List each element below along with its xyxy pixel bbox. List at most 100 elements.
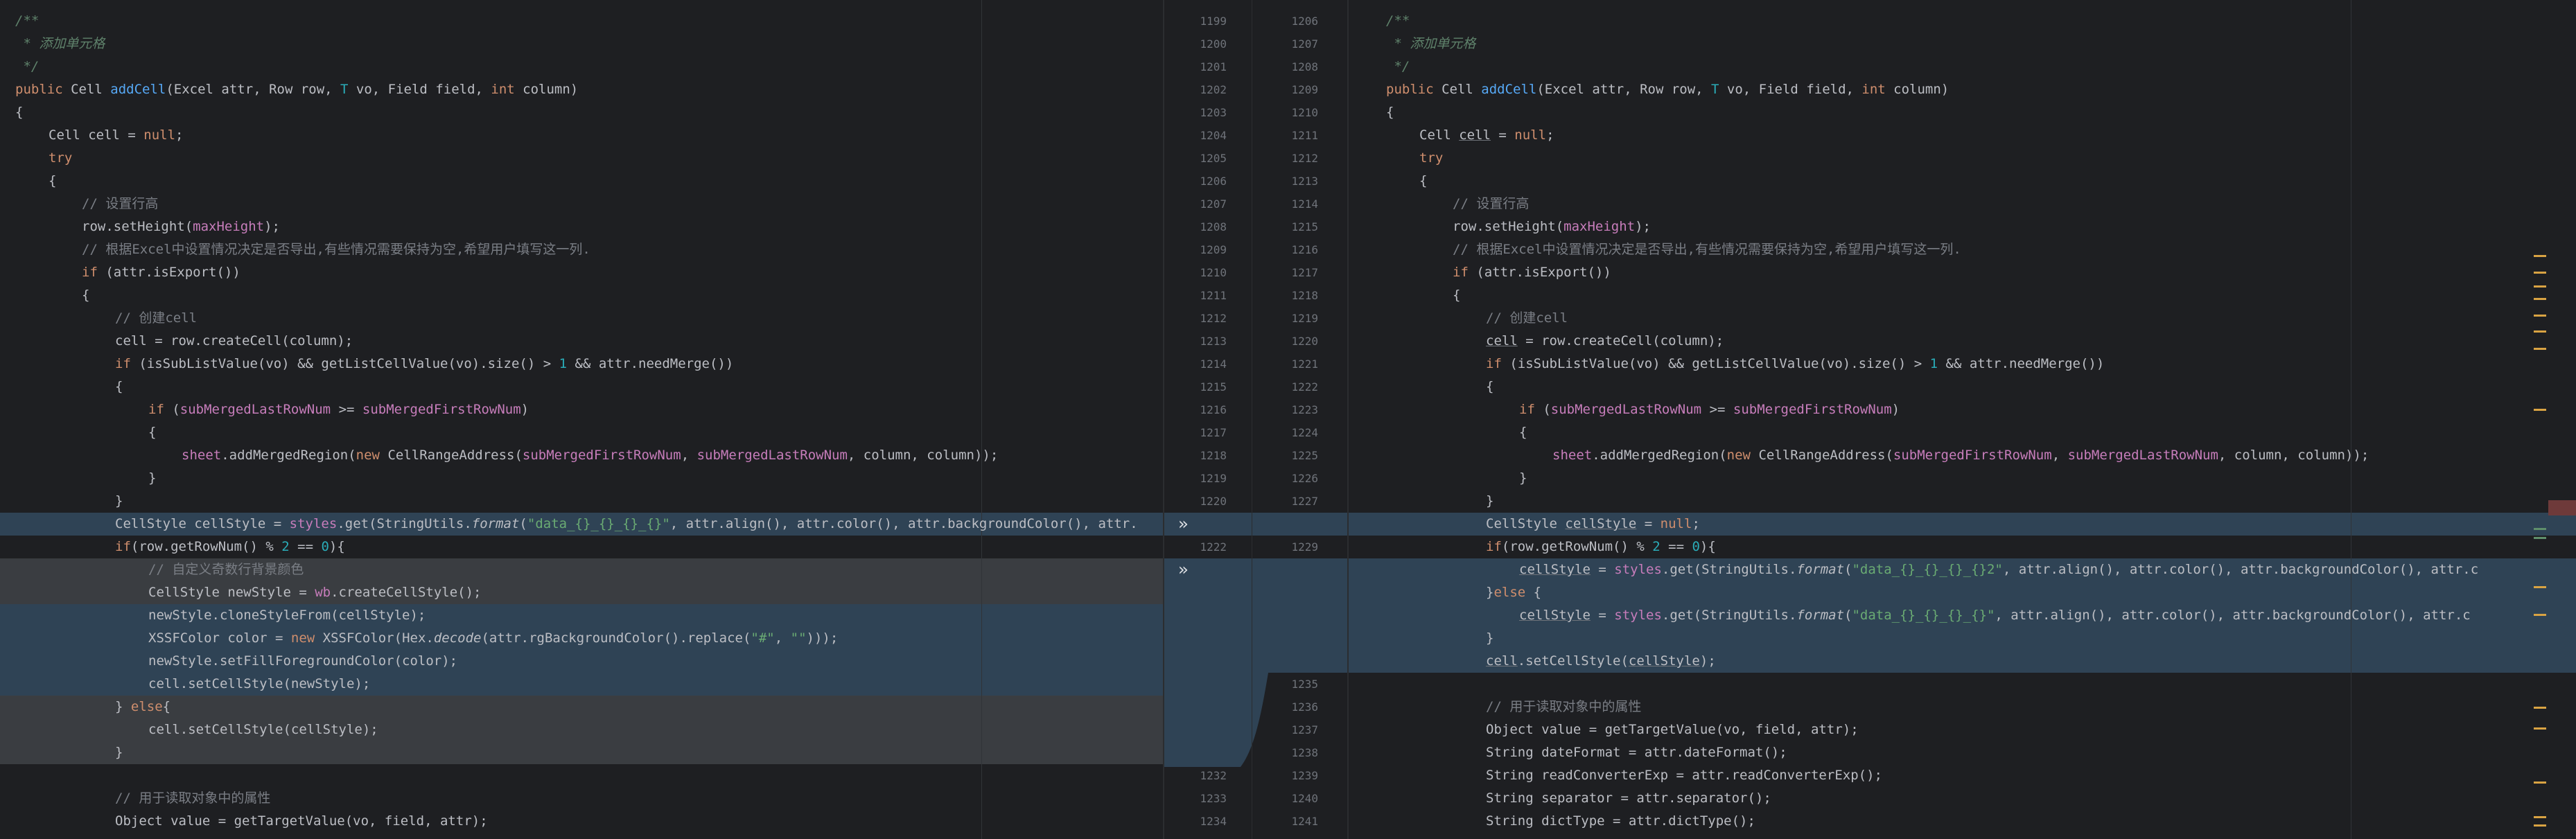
code-line[interactable]: if (attr.isExport()) bbox=[82, 261, 240, 284]
code-line[interactable]: CellStyle cellStyle = styles.get(StringU… bbox=[115, 513, 1138, 536]
code-line[interactable]: public Cell addCell(Excel attr, Row row,… bbox=[1386, 78, 1949, 101]
code-token: cellStyle bbox=[1628, 653, 1700, 669]
code-line[interactable]: { bbox=[1419, 170, 1427, 193]
code-token: public bbox=[1386, 82, 1434, 97]
code-line[interactable]: Object value = getTargetValue(vo, field,… bbox=[1486, 718, 1859, 741]
code-line[interactable]: } else{ bbox=[115, 696, 170, 718]
code-line[interactable]: cell = row.createCell(column); bbox=[115, 330, 353, 353]
code-line[interactable]: // 根据Excel中设置情况决定是否导出,有些情况需要保持为空,希望用户填写这… bbox=[1453, 238, 1961, 261]
code-line[interactable]: // 自定义奇数行背景颜色 bbox=[148, 558, 304, 581]
code-line[interactable]: Object value = getTargetValue(vo, field,… bbox=[115, 810, 488, 833]
code-line[interactable]: // 创建cell bbox=[115, 307, 197, 330]
code-line[interactable]: */ bbox=[15, 55, 39, 78]
code-line[interactable]: cellStyle = styles.get(StringUtils.forma… bbox=[1519, 604, 2471, 627]
code-line[interactable]: String readConverterExp = attr.readConve… bbox=[1486, 764, 1882, 787]
code-token: subMergedLastRowNum bbox=[696, 448, 848, 463]
line-number: 1226 bbox=[1291, 472, 1318, 485]
code-line[interactable]: cell = row.createCell(column); bbox=[1486, 330, 1724, 353]
code-line[interactable]: { bbox=[49, 170, 56, 193]
code-line[interactable]: if (attr.isExport()) bbox=[1453, 261, 1611, 284]
code-line[interactable]: newStyle.setFillForegroundColor(color); bbox=[148, 650, 457, 673]
code-line[interactable]: CellStyle cellStyle = null; bbox=[1486, 513, 1700, 536]
line-number: 1227 bbox=[1291, 495, 1318, 508]
code-line[interactable]: /** bbox=[15, 10, 39, 33]
code-token: , column, column)); bbox=[847, 448, 999, 463]
line-number: 1217 bbox=[1200, 426, 1227, 439]
code-line[interactable]: // 用于读取对象中的属性 bbox=[1486, 696, 1641, 718]
code-line[interactable]: } bbox=[115, 490, 123, 513]
code-line[interactable]: if (isSubListValue(vo) && getListCellVal… bbox=[1486, 353, 2104, 376]
apply-change-arrow-icon[interactable]: » bbox=[1178, 513, 1188, 536]
code-line[interactable]: { bbox=[115, 376, 123, 398]
code-token: XSSFColor color = bbox=[148, 630, 291, 646]
code-line[interactable]: { bbox=[82, 284, 89, 307]
apply-change-arrow-icon[interactable]: » bbox=[1178, 558, 1188, 581]
code-line[interactable]: public Cell addCell(Excel attr, Row row,… bbox=[15, 78, 578, 101]
code-line[interactable]: cellStyle = styles.get(StringUtils.forma… bbox=[1519, 558, 2478, 581]
code-line[interactable]: CellStyle newStyle = wb.createCellStyle(… bbox=[148, 581, 481, 604]
code-line[interactable]: sheet.addMergedRegion(new CellRangeAddre… bbox=[1552, 444, 2369, 467]
code-line[interactable]: */ bbox=[1386, 55, 1410, 78]
code-line[interactable]: try bbox=[1419, 147, 1443, 170]
code-line[interactable]: // 根据Excel中设置情况决定是否导出,有些情况需要保持为空,希望用户填写这… bbox=[82, 238, 590, 261]
code-line[interactable]: // 创建cell bbox=[1486, 307, 1568, 330]
code-line[interactable]: } bbox=[115, 741, 123, 764]
code-line[interactable]: { bbox=[1519, 421, 1527, 444]
code-line[interactable]: * 添加单元格 bbox=[15, 33, 105, 55]
code-token: (isSubListValue(vo) && getListCellValue(… bbox=[1501, 356, 1930, 371]
code-token: .addMergedRegion( bbox=[1592, 448, 1727, 463]
code-line[interactable]: if (isSubListValue(vo) && getListCellVal… bbox=[115, 353, 733, 376]
code-line[interactable]: { bbox=[1386, 101, 1394, 124]
code-line[interactable]: Cell cell = null; bbox=[1419, 124, 1554, 147]
code-line[interactable]: // 设置行高 bbox=[82, 193, 158, 215]
code-token: } bbox=[115, 699, 131, 714]
code-line[interactable]: if(row.getRowNum() % 2 == 0){ bbox=[1486, 536, 1716, 558]
line-number bbox=[1178, 696, 1227, 718]
code-line[interactable]: sheet.addMergedRegion(new CellRangeAddre… bbox=[182, 444, 998, 467]
right-editor-pane[interactable]: /** * 添加单元格 */ public Cell addCell(Excel … bbox=[1349, 0, 2576, 839]
code-token: int bbox=[1861, 82, 1886, 97]
code-line[interactable]: if (subMergedLastRowNum >= subMergedFirs… bbox=[1519, 398, 1900, 421]
code-line[interactable]: String dateFormat = attr.dateFormat(); bbox=[1486, 741, 1787, 764]
code-line[interactable]: Cell cell = null; bbox=[49, 124, 184, 147]
code-line[interactable]: { bbox=[148, 421, 156, 444]
scroll-change-marker bbox=[2534, 528, 2546, 530]
code-line[interactable]: /** bbox=[1386, 10, 1410, 33]
code-line[interactable]: cell.setCellStyle(cellStyle); bbox=[1486, 650, 1716, 673]
code-token: ); bbox=[1635, 219, 1651, 234]
code-token: String dateFormat = attr.dateFormat(); bbox=[1486, 745, 1787, 760]
code-token: subMergedLastRowNum bbox=[179, 402, 331, 417]
code-line[interactable]: try bbox=[49, 147, 72, 170]
code-line[interactable]: cell.setCellStyle(cellStyle); bbox=[148, 718, 378, 741]
left-editor-pane[interactable]: /** * 添加单元格 */ public Cell addCell(Excel … bbox=[0, 0, 1163, 839]
code-token: column) bbox=[1885, 82, 1949, 97]
code-line[interactable]: if (subMergedLastRowNum >= subMergedFirs… bbox=[148, 398, 529, 421]
code-line[interactable]: if(row.getRowNum() % 2 == 0){ bbox=[115, 536, 345, 558]
code-line[interactable]: row.setHeight(maxHeight); bbox=[1453, 215, 1651, 238]
line-number: 1208 bbox=[1200, 220, 1227, 233]
code-line[interactable]: // 用于读取对象中的属性 bbox=[115, 787, 270, 810]
code-line[interactable]: newStyle.cloneStyleFrom(cellStyle); bbox=[148, 604, 426, 627]
code-line[interactable]: { bbox=[1453, 284, 1460, 307]
code-line[interactable]: cell.setCellStyle(newStyle); bbox=[148, 673, 370, 696]
code-line[interactable]: } bbox=[1486, 627, 1493, 650]
line-number: 1206 bbox=[1291, 15, 1318, 28]
code-line[interactable]: { bbox=[15, 101, 23, 124]
scroll-change-marker bbox=[2534, 272, 2546, 274]
code-line[interactable]: }else { bbox=[1486, 581, 1541, 604]
code-line[interactable]: } bbox=[1486, 490, 1493, 513]
code-line[interactable]: row.setHeight(maxHeight); bbox=[82, 215, 280, 238]
code-token: .get(StringUtils. bbox=[1661, 562, 1797, 577]
code-line[interactable]: XSSFColor color = new XSSFColor(Hex.deco… bbox=[148, 627, 838, 650]
code-line[interactable]: } bbox=[1519, 467, 1527, 490]
code-line[interactable]: { bbox=[1486, 376, 1493, 398]
code-line[interactable]: } bbox=[148, 467, 156, 490]
code-token: { bbox=[82, 288, 90, 303]
code-line[interactable]: * 添加单元格 bbox=[1386, 33, 1475, 55]
code-token: */ bbox=[15, 59, 40, 74]
code-token: sheet bbox=[1552, 448, 1593, 463]
code-line[interactable]: String dictType = attr.dictType(); bbox=[1486, 810, 1755, 833]
code-line[interactable]: // 设置行高 bbox=[1453, 193, 1529, 215]
code-line[interactable]: String separator = attr.separator(); bbox=[1486, 787, 1771, 810]
scrollbar-track[interactable] bbox=[2527, 0, 2576, 839]
